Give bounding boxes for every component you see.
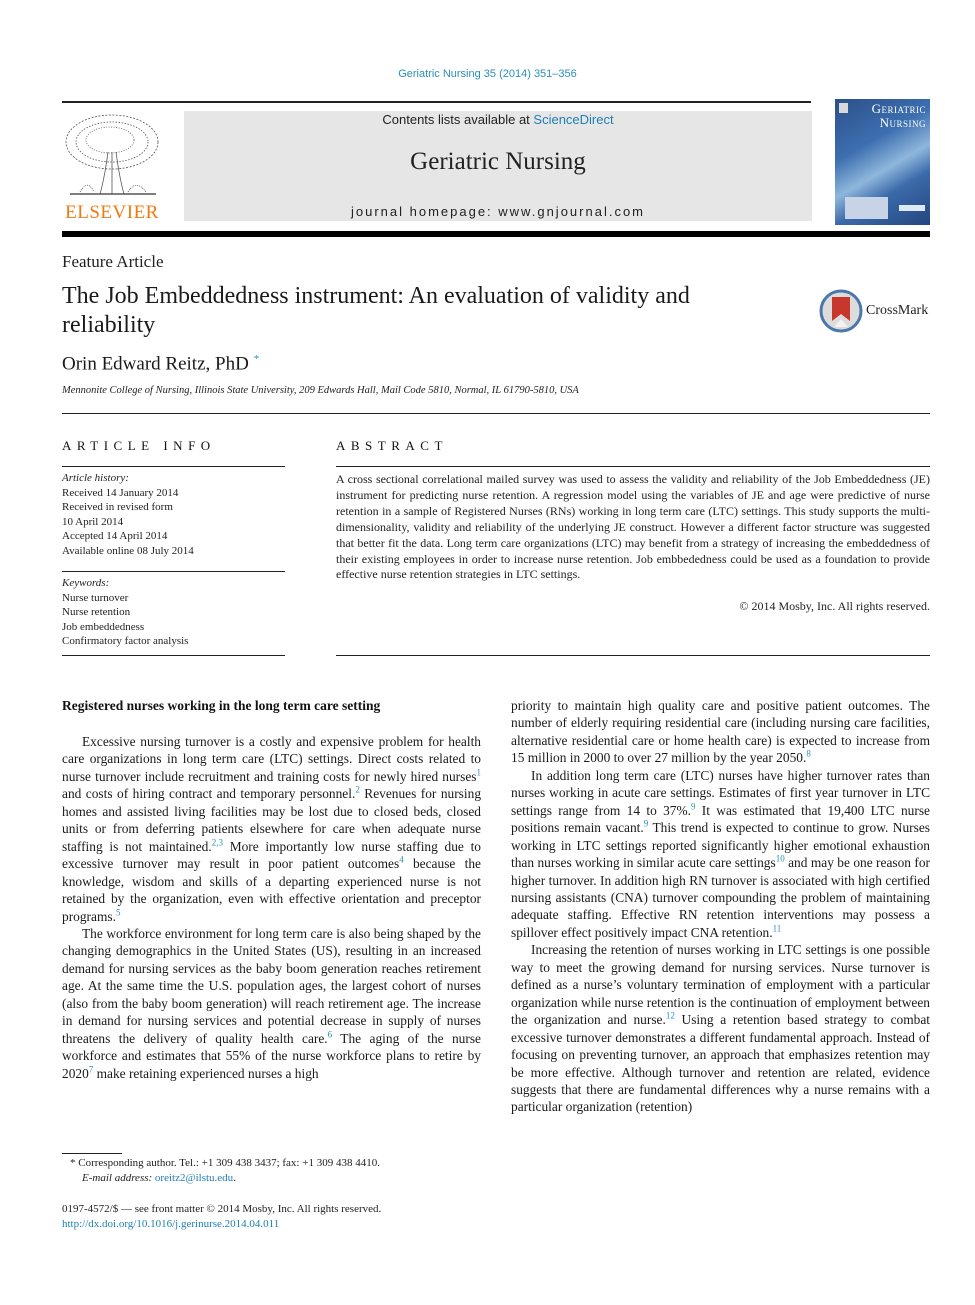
history-item: Available online 08 July 2014	[62, 544, 194, 557]
abstract-text: A cross sectional correlational mailed s…	[336, 472, 930, 582]
journal-banner: Contents lists available at ScienceDirec…	[184, 111, 812, 221]
article-info-rule	[62, 466, 285, 467]
reference-link[interactable]: 11	[773, 923, 782, 933]
history-item: 10 April 2014	[62, 515, 124, 528]
article-type: Feature Article	[62, 252, 164, 271]
history-item: Received 14 January 2014	[62, 486, 179, 499]
keywords-label: Keywords:	[62, 577, 110, 589]
contents-prefix: Contents lists available at	[382, 112, 534, 127]
elsevier-logo: ELSEVIER	[60, 112, 164, 224]
email-line: E-mail address: oreitz2@ilstu.edu.	[70, 1171, 490, 1186]
abstract-copyright: © 2014 Mosby, Inc. All rights reserved.	[739, 599, 930, 613]
cover-badge-icon	[899, 205, 925, 211]
header-rule	[62, 101, 811, 103]
crossmark-icon	[819, 289, 863, 333]
sciencedirect-link[interactable]: ScienceDirect	[533, 112, 613, 127]
journal-citation[interactable]: Geriatric Nursing 35 (2014) 351–356	[0, 68, 975, 80]
body-paragraph: priority to maintain high quality care a…	[511, 697, 930, 767]
reference-link[interactable]: 5	[116, 907, 121, 917]
abstract-heading: ABSTRACT	[336, 438, 448, 453]
body-paragraph: Excessive nursing turnover is a costly a…	[62, 733, 481, 925]
front-matter-text: 0197-4572/$ — see front matter © 2014 Mo…	[62, 1203, 382, 1215]
author-name: Orin Edward Reitz, PhD *	[62, 353, 259, 375]
elsevier-wordmark: ELSEVIER	[65, 202, 159, 223]
paragraph-text: make retaining experienced nurses a high	[93, 1065, 319, 1081]
history-item: Received in revised form	[62, 501, 173, 513]
email-link[interactable]: oreitz2@ilstu.edu	[155, 1172, 233, 1184]
paragraph-text: priority to maintain high quality care a…	[511, 698, 930, 766]
cover-publisher-icon	[839, 103, 848, 113]
cover-title: Geriatric Nursing	[872, 102, 926, 130]
corresponding-author-contact: * Corresponding author. Tel.: +1 309 438…	[70, 1157, 380, 1169]
paragraph-text: and costs of hiring contract and tempora…	[62, 786, 356, 802]
abstract-rule	[336, 655, 930, 656]
keyword-item: Confirmatory factor analysis	[62, 635, 189, 647]
footnote-rule	[62, 1153, 122, 1154]
article-info-rule	[62, 655, 285, 656]
history-item: Accepted 14 April 2014	[62, 530, 168, 542]
body-paragraph: In addition long term care (LTC) nurses …	[511, 767, 930, 942]
contents-line: Contents lists available at ScienceDirec…	[184, 111, 812, 129]
keyword-item: Nurse turnover	[62, 591, 129, 604]
cover-title-line2: Nursing	[879, 115, 926, 130]
keywords: Keywords: Nurse turnover Nurse retention…	[62, 576, 285, 649]
corresponding-author-mark[interactable]: *	[254, 353, 260, 365]
elsevier-tree-icon	[65, 114, 159, 195]
reference-link[interactable]: 1	[477, 767, 482, 777]
article-history-label: Article history:	[62, 472, 129, 484]
reference-link[interactable]: 8	[806, 749, 811, 759]
paragraph-text: Excessive nursing turnover is a costly a…	[62, 734, 481, 784]
corresponding-author-footnote: * Corresponding author. Tel.: +1 309 438…	[70, 1156, 490, 1186]
cover-panel	[845, 197, 888, 219]
crossmark-button[interactable]: CrossMark	[819, 289, 934, 333]
article-info-heading: ARTICLE INFO	[62, 438, 216, 453]
article-title: The Job Embeddedness instrument: An eval…	[62, 283, 690, 338]
abstract-rule	[336, 466, 930, 467]
email-end: .	[233, 1172, 236, 1184]
cover-title-line1: Geriatric	[871, 101, 926, 116]
author-affiliation: Mennonite College of Nursing, Illinois S…	[62, 385, 579, 396]
article-info-rule	[62, 571, 285, 572]
email-label: E-mail address:	[82, 1172, 155, 1184]
body-paragraph: The workforce environment for long term …	[62, 925, 481, 1082]
keyword-item: Job embeddedness	[62, 620, 145, 633]
body-column-left: Excessive nursing turnover is a costly a…	[62, 733, 481, 1082]
author-name-text: Orin Edward Reitz, PhD	[62, 353, 249, 375]
header-thick-rule	[62, 231, 930, 237]
section-heading: Registered nurses working in the long te…	[62, 698, 381, 713]
body-column-right: priority to maintain high quality care a…	[511, 697, 930, 1116]
paragraph-text: The workforce environment for long term …	[62, 925, 481, 1046]
crossmark-label: CrossMark	[866, 303, 929, 318]
affiliation-rule	[62, 413, 930, 414]
journal-cover-image[interactable]: Geriatric Nursing	[835, 99, 930, 225]
reference-link[interactable]: 10	[776, 854, 785, 864]
journal-name: Geriatric Nursing	[410, 148, 586, 175]
front-matter: 0197-4572/$ — see front matter © 2014 Mo…	[62, 1202, 502, 1232]
body-paragraph: Increasing the retention of nurses worki…	[511, 941, 930, 1116]
reference-link[interactable]: 12	[666, 1011, 675, 1021]
keyword-item: Nurse retention	[62, 606, 131, 618]
doi-link[interactable]: http://dx.doi.org/10.1016/j.gerinurse.20…	[62, 1217, 502, 1232]
article-history: Article history: Received 14 January 201…	[62, 471, 285, 558]
paragraph-text: Using a retention based strategy to comb…	[511, 1012, 930, 1115]
journal-homepage[interactable]: journal homepage: www.gnjournal.com	[184, 204, 812, 219]
reference-link[interactable]: 2,3	[212, 837, 223, 847]
